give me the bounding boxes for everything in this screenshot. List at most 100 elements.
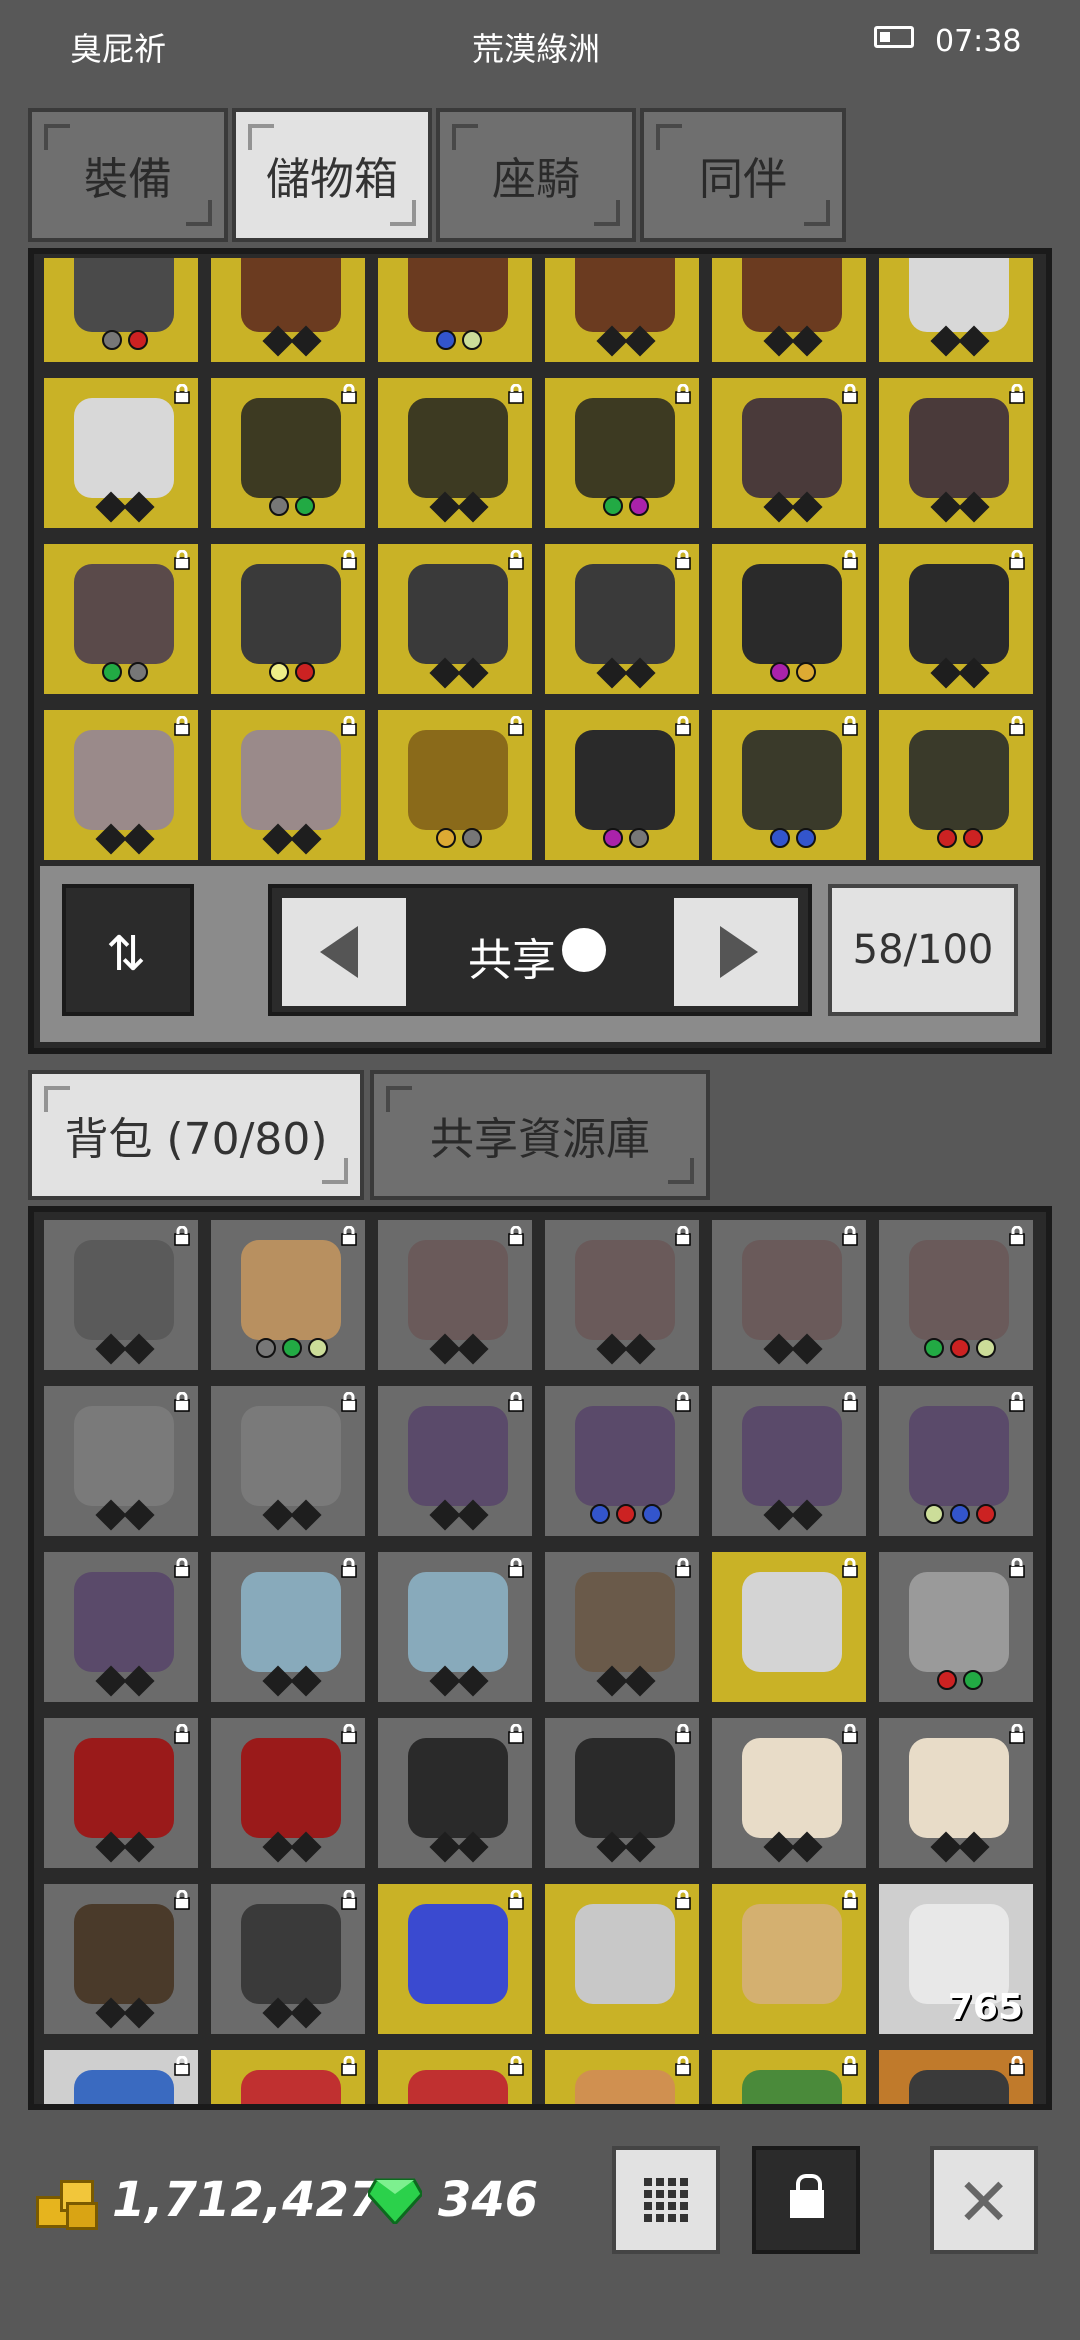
- tab-equipment[interactable]: 裝備: [28, 108, 228, 242]
- lock-icon: [172, 549, 192, 570]
- item-slot[interactable]: [541, 540, 703, 698]
- item-slot[interactable]: [207, 258, 369, 366]
- item-slot[interactable]: [875, 1382, 1037, 1540]
- lock-icon: [673, 1225, 693, 1246]
- item-icon: [909, 2070, 1009, 2104]
- tab-mount[interactable]: 座騎: [436, 108, 636, 242]
- item-slot[interactable]: [207, 706, 369, 864]
- item-slot[interactable]: [40, 1382, 202, 1540]
- item-slot[interactable]: [708, 1548, 870, 1706]
- item-slot[interactable]: [40, 706, 202, 864]
- grid-view-button[interactable]: [612, 2146, 720, 2254]
- item-slot[interactable]: [875, 2046, 1037, 2104]
- arrow-right-icon: [720, 926, 758, 978]
- item-slot[interactable]: [374, 1880, 536, 2038]
- lock-icon: [339, 383, 359, 404]
- lock-icon: [1007, 2055, 1027, 2076]
- item-slot[interactable]: [207, 540, 369, 698]
- item-slot[interactable]: [40, 540, 202, 698]
- gem-slots: [748, 662, 838, 686]
- item-slot[interactable]: [708, 258, 870, 366]
- item-slot[interactable]: 765: [875, 1880, 1037, 2038]
- item-slot[interactable]: [207, 1548, 369, 1706]
- item-slot[interactable]: [40, 1714, 202, 1872]
- item-slot[interactable]: [875, 706, 1037, 864]
- gem-slots: [247, 1831, 337, 1863]
- item-slot[interactable]: [541, 374, 703, 532]
- gem-slots: [80, 662, 170, 686]
- item-slot[interactable]: [207, 2046, 369, 2104]
- item-slot[interactable]: [207, 1714, 369, 1872]
- lock-toggle-button[interactable]: [752, 2146, 860, 2254]
- shared-selector: 共享: [268, 884, 812, 1016]
- item-slot[interactable]: [40, 1880, 202, 2038]
- item-slot[interactable]: [40, 1216, 202, 1374]
- item-slot[interactable]: [708, 706, 870, 864]
- gem-slots: [915, 657, 1005, 689]
- item-slot[interactable]: [374, 706, 536, 864]
- item-icon: [575, 1240, 675, 1340]
- gem-slots: [581, 325, 671, 357]
- item-slot[interactable]: [708, 1216, 870, 1374]
- item-slot[interactable]: [207, 374, 369, 532]
- item-icon: [909, 258, 1009, 332]
- item-slot[interactable]: [374, 2046, 536, 2104]
- item-icon: [74, 1904, 174, 2004]
- item-icon: [742, 1572, 842, 1672]
- item-slot[interactable]: [541, 1548, 703, 1706]
- item-slot[interactable]: [875, 1216, 1037, 1374]
- item-slot[interactable]: [875, 1714, 1037, 1872]
- item-slot[interactable]: [541, 1382, 703, 1540]
- gold-amount: 1,712,427: [112, 2172, 383, 2228]
- item-slot[interactable]: [541, 1880, 703, 2038]
- lock-icon: [506, 715, 526, 736]
- hidden-mask-icon: [562, 928, 606, 972]
- item-slot[interactable]: [708, 540, 870, 698]
- item-slot[interactable]: [541, 258, 703, 366]
- gem-slots: [247, 1338, 337, 1362]
- item-slot[interactable]: [374, 1382, 536, 1540]
- item-slot[interactable]: [40, 258, 202, 366]
- item-slot[interactable]: [207, 1382, 369, 1540]
- item-slot[interactable]: [207, 1880, 369, 2038]
- gem-icon: [366, 2178, 424, 2227]
- tab-shared-resources[interactable]: 共享資源庫: [370, 1070, 710, 1200]
- item-slot[interactable]: [541, 1714, 703, 1872]
- lock-icon: [840, 549, 860, 570]
- item-slot[interactable]: [40, 2046, 202, 2104]
- sort-button[interactable]: ⇅: [62, 884, 194, 1016]
- tab-backpack[interactable]: 背包 (70/80): [28, 1070, 364, 1200]
- item-slot[interactable]: [708, 374, 870, 532]
- item-icon: [74, 2070, 174, 2104]
- item-icon: [408, 1738, 508, 1838]
- lock-icon: [172, 1225, 192, 1246]
- item-slot[interactable]: [541, 2046, 703, 2104]
- item-slot[interactable]: [708, 1714, 870, 1872]
- item-slot[interactable]: [875, 258, 1037, 366]
- item-slot[interactable]: [541, 1216, 703, 1374]
- tab-companion[interactable]: 同伴: [640, 108, 846, 242]
- item-slot[interactable]: [374, 1216, 536, 1374]
- item-slot[interactable]: [374, 1548, 536, 1706]
- item-icon: [575, 1406, 675, 1506]
- item-slot[interactable]: [708, 2046, 870, 2104]
- item-slot[interactable]: [374, 540, 536, 698]
- item-slot[interactable]: [875, 1548, 1037, 1706]
- item-slot[interactable]: [875, 540, 1037, 698]
- item-slot[interactable]: [374, 1714, 536, 1872]
- item-slot[interactable]: [40, 1548, 202, 1706]
- item-icon: [74, 1406, 174, 1506]
- item-slot[interactable]: [708, 1880, 870, 2038]
- item-slot[interactable]: [207, 1216, 369, 1374]
- close-button[interactable]: ✕: [930, 2146, 1038, 2254]
- item-slot[interactable]: [40, 374, 202, 532]
- tab-storage[interactable]: 儲物箱: [232, 108, 432, 242]
- prev-button[interactable]: [282, 898, 406, 1006]
- lock-icon: [1007, 383, 1027, 404]
- item-slot[interactable]: [708, 1382, 870, 1540]
- item-slot[interactable]: [374, 374, 536, 532]
- next-button[interactable]: [674, 898, 798, 1006]
- item-slot[interactable]: [875, 374, 1037, 532]
- item-slot[interactable]: [541, 706, 703, 864]
- item-slot[interactable]: [374, 258, 536, 366]
